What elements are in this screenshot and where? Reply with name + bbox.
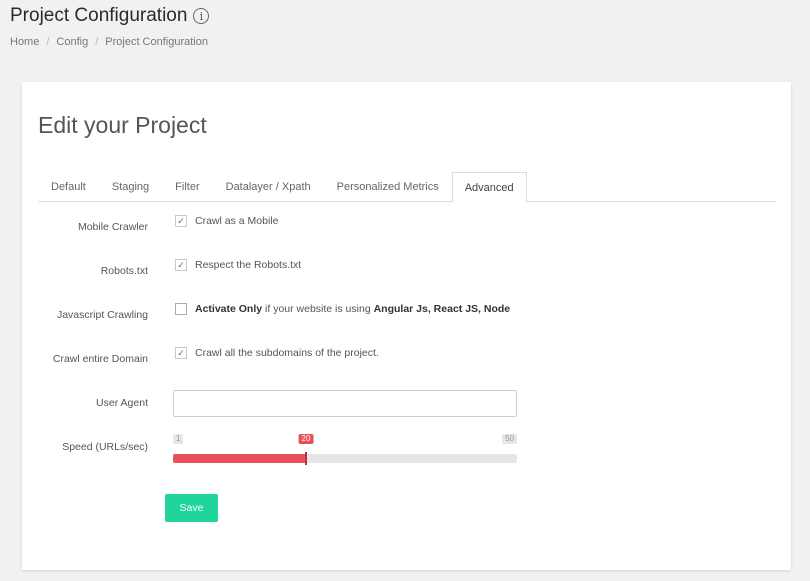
- javascript-label: Javascript Crawling: [56, 309, 148, 321]
- tab-datalayer-xpath[interactable]: Datalayer / Xpath: [213, 172, 324, 202]
- user-agent-input[interactable]: [173, 390, 517, 417]
- slider-fill: [173, 454, 306, 463]
- tab-personalized-metrics[interactable]: Personalized Metrics: [324, 172, 452, 202]
- slider-max-label: 50: [502, 434, 517, 444]
- mobile-crawler-text: Crawl as a Mobile: [195, 215, 279, 227]
- user-agent-label: User Agent: [96, 397, 148, 409]
- robots-label: Robots.txt: [100, 265, 148, 277]
- domain-text: Crawl all the subdomains of the project.: [195, 347, 379, 359]
- javascript-text: Activate Only if your website is using A…: [195, 303, 510, 315]
- breadcrumb: Home / Config / Project Configuration: [10, 36, 208, 48]
- tab-bar: Default Staging Filter Datalayer / Xpath…: [38, 172, 776, 203]
- speed-slider[interactable]: 1 20 50: [173, 432, 517, 466]
- mobile-crawler-label: Mobile Crawler: [77, 221, 148, 233]
- breadcrumb-home[interactable]: Home: [10, 36, 39, 48]
- breadcrumb-separator: /: [95, 36, 99, 48]
- tab-default[interactable]: Default: [38, 172, 99, 202]
- tab-staging[interactable]: Staging: [99, 172, 162, 202]
- slider-handle[interactable]: [305, 452, 307, 465]
- javascript-text-frameworks: Angular Js, React JS, Node: [373, 303, 511, 315]
- javascript-checkbox[interactable]: [175, 303, 187, 315]
- robots-row: Robots.txt ✓ Respect the Robots.txt: [22, 259, 791, 283]
- edit-project-card: Edit your Project Default Staging Filter…: [22, 82, 791, 570]
- domain-row: Crawl entire Domain ✓ Crawl all the subd…: [22, 347, 791, 371]
- mobile-crawler-row: Mobile Crawler ✓ Crawl as a Mobile: [22, 215, 791, 239]
- javascript-text-mid: if your website is using: [262, 303, 374, 315]
- robots-text: Respect the Robots.txt: [195, 259, 302, 271]
- tab-advanced[interactable]: Advanced: [451, 172, 527, 203]
- slider-min-label: 1: [173, 434, 184, 444]
- info-icon[interactable]: i: [193, 8, 210, 24]
- page-title: Project Configuration: [10, 5, 188, 26]
- breadcrumb-config[interactable]: Config: [56, 36, 88, 48]
- domain-checkbox[interactable]: ✓: [175, 347, 187, 359]
- breadcrumb-current: Project Configuration: [105, 36, 208, 48]
- javascript-row: Javascript Crawling Activate Only if you…: [22, 303, 791, 327]
- domain-label: Crawl entire Domain: [52, 353, 148, 365]
- speed-label: Speed (URLs/sec): [62, 441, 148, 453]
- save-button[interactable]: Save: [165, 494, 218, 522]
- javascript-text-bold: Activate Only: [195, 303, 263, 315]
- slider-track[interactable]: [173, 452, 517, 465]
- page-header: Project Configuration i: [10, 5, 210, 27]
- slider-value-label: 20: [298, 434, 314, 444]
- breadcrumb-separator: /: [46, 36, 50, 48]
- tab-filter[interactable]: Filter: [162, 172, 212, 202]
- mobile-crawler-checkbox[interactable]: ✓: [175, 215, 187, 227]
- card-title: Edit your Project: [38, 112, 207, 138]
- robots-checkbox[interactable]: ✓: [175, 259, 187, 271]
